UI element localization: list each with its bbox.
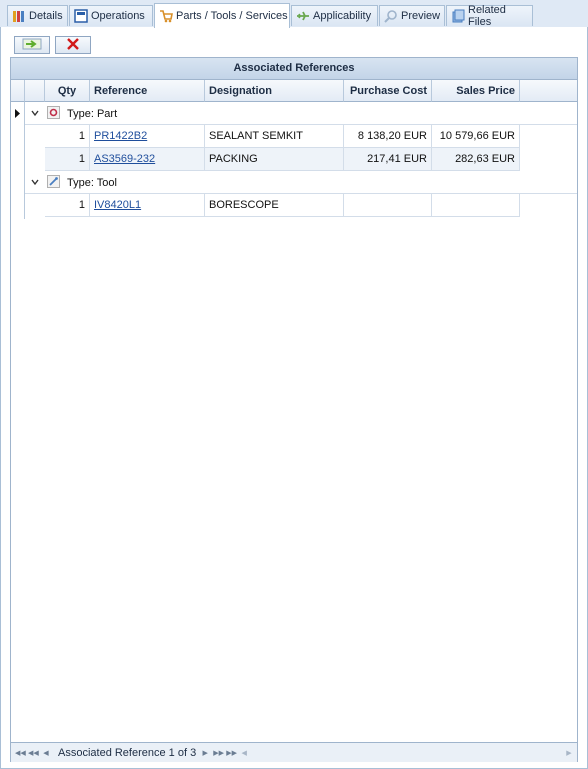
next-page-icon[interactable]: ▶▶ bbox=[213, 749, 224, 757]
scroll-right-icon[interactable]: ▶ bbox=[564, 749, 574, 757]
record-navigator: ◀◀ ◀◀ ◀ Associated Reference 1 of 3 ▶ ▶▶… bbox=[11, 742, 577, 762]
column-header-reference[interactable]: Reference bbox=[90, 80, 205, 102]
tab-parts-tools-services[interactable]: Parts / Tools / Services bbox=[154, 3, 290, 28]
plane-icon bbox=[296, 9, 310, 23]
designation-cell[interactable]: PACKING bbox=[205, 148, 344, 171]
tool-icon bbox=[47, 174, 60, 191]
tab-related-files[interactable]: Related Files bbox=[446, 4, 533, 28]
reference-link[interactable]: IV8420L1 bbox=[90, 194, 205, 217]
tab-applicability[interactable]: Applicability bbox=[291, 5, 378, 26]
chevron-down-icon[interactable] bbox=[31, 177, 39, 189]
group-label: Type: Tool bbox=[67, 176, 117, 189]
horizontal-scrollbar[interactable] bbox=[252, 745, 564, 760]
delete-x-icon bbox=[66, 37, 80, 54]
column-header-designation[interactable]: Designation bbox=[205, 80, 344, 102]
last-record-icon[interactable]: ▶▶ bbox=[226, 749, 237, 757]
delete-button[interactable] bbox=[55, 36, 91, 54]
tab-details[interactable]: Details bbox=[7, 5, 68, 26]
tab-strip: Details Operations Parts / Tools / Servi… bbox=[0, 0, 588, 28]
band-header: Associated References bbox=[11, 58, 577, 80]
tab-label: Details bbox=[29, 10, 63, 22]
next-record-icon[interactable]: ▶ bbox=[200, 749, 210, 757]
reference-link-text[interactable]: IV8420L1 bbox=[94, 199, 141, 211]
tab-label: Parts / Tools / Services bbox=[176, 10, 288, 22]
purchase-cost-cell[interactable]: 8 138,20 EUR bbox=[344, 125, 432, 148]
sales-price-cell[interactable]: 282,63 EUR bbox=[432, 148, 520, 171]
tab-preview[interactable]: Preview bbox=[379, 5, 445, 26]
row-indicator-header bbox=[11, 80, 25, 102]
preview-icon bbox=[384, 9, 398, 23]
sales-price-cell[interactable]: 10 579,66 EUR bbox=[432, 125, 520, 148]
cart-icon bbox=[159, 9, 173, 23]
qty-cell[interactable]: 1 bbox=[45, 125, 90, 148]
details-icon bbox=[12, 9, 26, 23]
tab-label: Applicability bbox=[313, 10, 372, 22]
tab-label: Operations bbox=[91, 10, 145, 22]
previous-record-icon[interactable]: ◀ bbox=[41, 749, 51, 757]
designation-cell[interactable]: SEALANT SEMKIT bbox=[205, 125, 344, 148]
designation-cell[interactable]: BORESCOPE bbox=[205, 194, 344, 217]
files-icon bbox=[451, 9, 465, 23]
part-icon bbox=[47, 105, 60, 122]
purchase-cost-cell[interactable] bbox=[344, 194, 432, 217]
qty-cell[interactable]: 1 bbox=[45, 148, 90, 171]
column-header-purchase-cost[interactable]: Purchase Cost bbox=[344, 80, 432, 102]
add-arrow-icon bbox=[21, 38, 43, 53]
tab-label: Preview bbox=[401, 10, 441, 22]
qty-cell[interactable]: 1 bbox=[45, 194, 90, 217]
associated-references-grid: Associated References Qty Reference Desi… bbox=[10, 57, 578, 762]
scroll-left-icon[interactable]: ◀ bbox=[239, 749, 249, 757]
column-header-sales-price[interactable]: Sales Price bbox=[432, 80, 520, 102]
tab-operations[interactable]: Operations bbox=[69, 5, 153, 26]
sales-price-cell[interactable] bbox=[432, 194, 520, 217]
column-header-qty[interactable]: Qty bbox=[45, 80, 90, 102]
operations-icon bbox=[74, 9, 88, 23]
group-row-tool[interactable]: Type: Tool bbox=[25, 172, 577, 194]
previous-page-icon[interactable]: ◀◀ bbox=[28, 749, 39, 757]
tab-label: Related Files bbox=[468, 4, 506, 28]
purchase-cost-cell[interactable]: 217,41 EUR bbox=[344, 148, 432, 171]
reference-link[interactable]: AS3569-232 bbox=[90, 148, 205, 171]
add-button[interactable] bbox=[14, 36, 50, 54]
reference-link-text[interactable]: AS3569-232 bbox=[94, 153, 155, 165]
expand-header bbox=[25, 80, 45, 102]
current-row-icon bbox=[14, 109, 22, 121]
group-row-part[interactable]: Type: Part bbox=[25, 103, 577, 125]
reference-link-text[interactable]: PR1422B2 bbox=[94, 130, 147, 142]
chevron-down-icon[interactable] bbox=[31, 108, 39, 120]
first-record-icon[interactable]: ◀◀ bbox=[15, 749, 26, 757]
column-header-filler bbox=[520, 80, 577, 102]
group-label: Type: Part bbox=[67, 107, 118, 120]
record-counter: Associated Reference 1 of 3 bbox=[58, 746, 197, 759]
reference-link[interactable]: PR1422B2 bbox=[90, 125, 205, 148]
